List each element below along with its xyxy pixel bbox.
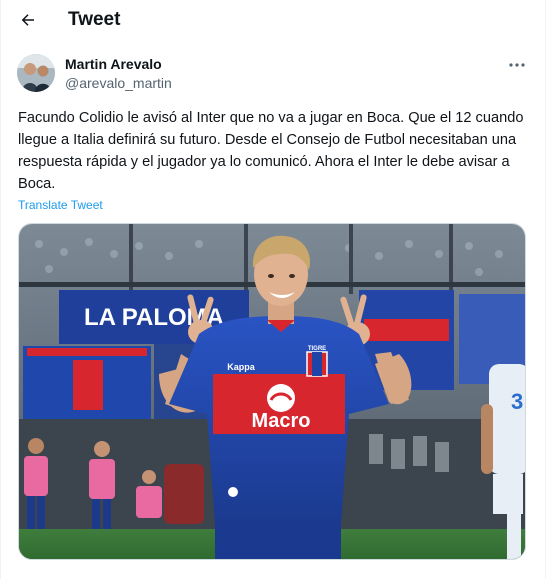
page-title: Tweet: [68, 9, 121, 30]
more-horizontal-icon: [509, 63, 525, 67]
svg-text:3: 3: [511, 389, 523, 414]
kit-brand: Kappa: [227, 362, 256, 372]
author-handle[interactable]: @arevalo_martin: [65, 75, 172, 91]
author-name[interactable]: Martin Arevalo: [65, 56, 162, 72]
tweet-author: Martin Arevalo @arevalo_martin: [17, 54, 529, 94]
football-player-photo: LA PALOMA 3 Macro Kappa TIGRE: [19, 224, 525, 559]
back-button[interactable]: [13, 5, 43, 35]
page-header: Tweet: [1, 0, 546, 42]
more-button[interactable]: [505, 55, 529, 75]
avatar[interactable]: [17, 54, 55, 92]
shirt-sponsor: Macro: [252, 410, 311, 432]
tweet-photo[interactable]: LA PALOMA 3 Macro Kappa TIGRE: [18, 223, 526, 560]
tweet-detail-page: Tweet Martin Arevalo @arevalo_martin Fac…: [0, 0, 546, 579]
tweet-text: Facundo Colidio le avisó al Inter que no…: [18, 110, 524, 192]
arrow-left-icon: [21, 14, 34, 26]
tweet-timestamp: [18, 571, 22, 579]
translate-tweet-link[interactable]: Translate Tweet: [18, 198, 103, 212]
avatar-image: [17, 54, 55, 92]
club-badge-label: TIGRE: [308, 346, 326, 352]
